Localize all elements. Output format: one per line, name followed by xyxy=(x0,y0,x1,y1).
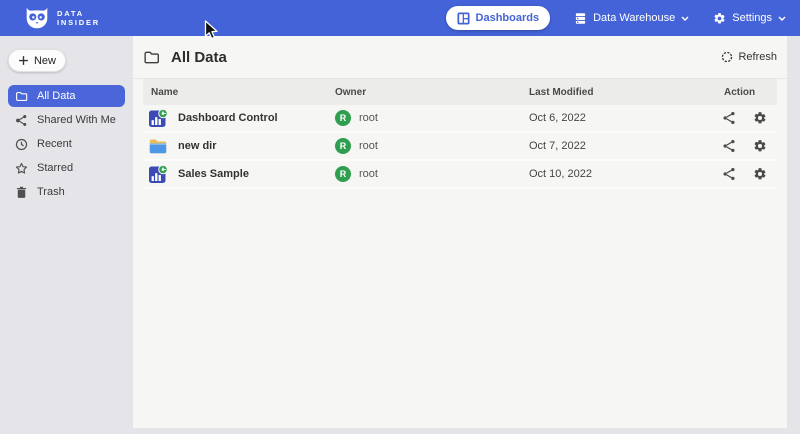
file-name: new dir xyxy=(178,140,217,152)
refresh-icon xyxy=(721,51,733,63)
settings-label: Settings xyxy=(732,12,772,24)
column-header-owner: Owner xyxy=(335,87,529,98)
owner-avatar: R xyxy=(335,110,351,126)
data-warehouse-label: Data Warehouse xyxy=(593,12,675,24)
folder-icon xyxy=(15,90,28,103)
share-action-icon[interactable] xyxy=(722,111,736,125)
app-logo: DATA INSIDER xyxy=(24,5,100,31)
app-name: DATA INSIDER xyxy=(57,9,100,27)
dashboard-file-icon xyxy=(148,164,168,184)
sidebar-item-label: Recent xyxy=(37,138,72,150)
owl-logo-icon xyxy=(24,5,50,31)
sidebar-item-label: All Data xyxy=(37,90,76,102)
sidebar-item-shared-with-me[interactable]: Shared With Me xyxy=(8,109,125,131)
new-button-label: New xyxy=(34,55,56,67)
owner-name: root xyxy=(359,168,378,180)
gear-action-icon[interactable] xyxy=(753,167,767,181)
refresh-button[interactable]: Refresh xyxy=(721,51,777,63)
sidebar-item-recent[interactable]: Recent xyxy=(8,133,125,155)
chevron-down-icon xyxy=(681,16,689,21)
table-row[interactable]: new dir R root Oct 7, 2022 xyxy=(143,133,777,161)
gear-action-icon[interactable] xyxy=(753,139,767,153)
dashboards-button[interactable]: Dashboards xyxy=(446,6,551,30)
star-icon xyxy=(15,162,28,175)
owner-avatar: R xyxy=(335,166,351,182)
content-header: All Data Refresh xyxy=(133,36,787,79)
data-warehouse-menu[interactable]: Data Warehouse xyxy=(574,12,689,25)
sidebar-item-all-data[interactable]: All Data xyxy=(8,85,125,107)
share-icon xyxy=(15,114,28,127)
sidebar-nav: All Data Shared With Me Recent xyxy=(0,85,133,203)
chevron-down-icon xyxy=(778,16,786,21)
refresh-label: Refresh xyxy=(738,51,777,63)
owner-avatar: R xyxy=(335,138,351,154)
file-name: Dashboard Control xyxy=(178,112,278,124)
folder-title-icon xyxy=(143,49,160,66)
top-nav: Dashboards Data Warehouse xyxy=(446,6,786,30)
table-row[interactable]: Sales Sample R root Oct 10, 2022 xyxy=(143,161,777,189)
owner-name: root xyxy=(359,140,378,152)
new-button[interactable]: New xyxy=(8,49,66,72)
dashboards-label: Dashboards xyxy=(476,12,540,24)
page-title: All Data xyxy=(171,49,227,66)
database-icon xyxy=(574,12,587,25)
column-header-last-modified: Last Modified xyxy=(529,87,722,98)
last-modified: Oct 7, 2022 xyxy=(529,140,722,152)
share-action-icon[interactable] xyxy=(722,139,736,153)
sidebar-item-trash[interactable]: Trash xyxy=(8,181,125,203)
sidebar-item-label: Trash xyxy=(37,186,65,198)
plus-icon xyxy=(18,55,29,66)
clock-icon xyxy=(15,138,28,151)
folder-file-icon xyxy=(148,136,168,156)
share-action-icon[interactable] xyxy=(722,167,736,181)
table-header: Name Owner Last Modified Action xyxy=(143,79,777,105)
content-card: All Data Refresh Name Owner Last Modifie… xyxy=(133,36,787,428)
table-body: Dashboard Control R root Oct 6, 2022 xyxy=(143,105,777,189)
gear-action-icon[interactable] xyxy=(753,111,767,125)
gear-icon xyxy=(713,12,726,25)
file-name: Sales Sample xyxy=(178,168,249,180)
owner-name: root xyxy=(359,112,378,124)
last-modified: Oct 6, 2022 xyxy=(529,112,722,124)
table-row[interactable]: Dashboard Control R root Oct 6, 2022 xyxy=(143,105,777,133)
column-header-name: Name xyxy=(143,87,335,98)
dashboard-file-icon xyxy=(148,108,168,128)
sidebar-item-label: Shared With Me xyxy=(37,114,116,126)
sidebar-item-starred[interactable]: Starred xyxy=(8,157,125,179)
file-table: Name Owner Last Modified Action xyxy=(143,79,777,189)
last-modified: Oct 10, 2022 xyxy=(529,168,722,180)
column-header-action: Action xyxy=(722,87,777,98)
sidebar-item-label: Starred xyxy=(37,162,73,174)
top-bar: DATA INSIDER Dashboards xyxy=(0,0,800,36)
sidebar: New All Data Shared With Me xyxy=(0,36,133,434)
dashboard-grid-icon xyxy=(457,12,470,25)
settings-menu[interactable]: Settings xyxy=(713,12,786,25)
trash-icon xyxy=(15,186,28,199)
